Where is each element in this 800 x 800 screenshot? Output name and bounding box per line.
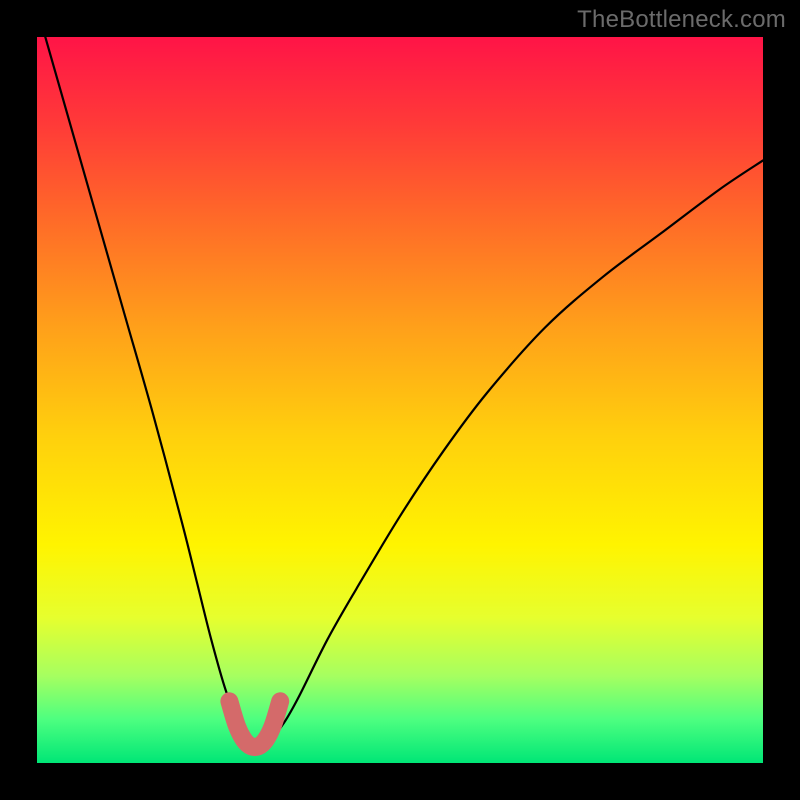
minimum-highlight	[229, 701, 280, 747]
chart-stage: TheBottleneck.com	[0, 0, 800, 800]
bottleneck-curve	[37, 8, 763, 747]
chart-svg	[37, 37, 763, 763]
chart-plot-area	[37, 37, 763, 763]
watermark-text: TheBottleneck.com	[577, 6, 786, 34]
